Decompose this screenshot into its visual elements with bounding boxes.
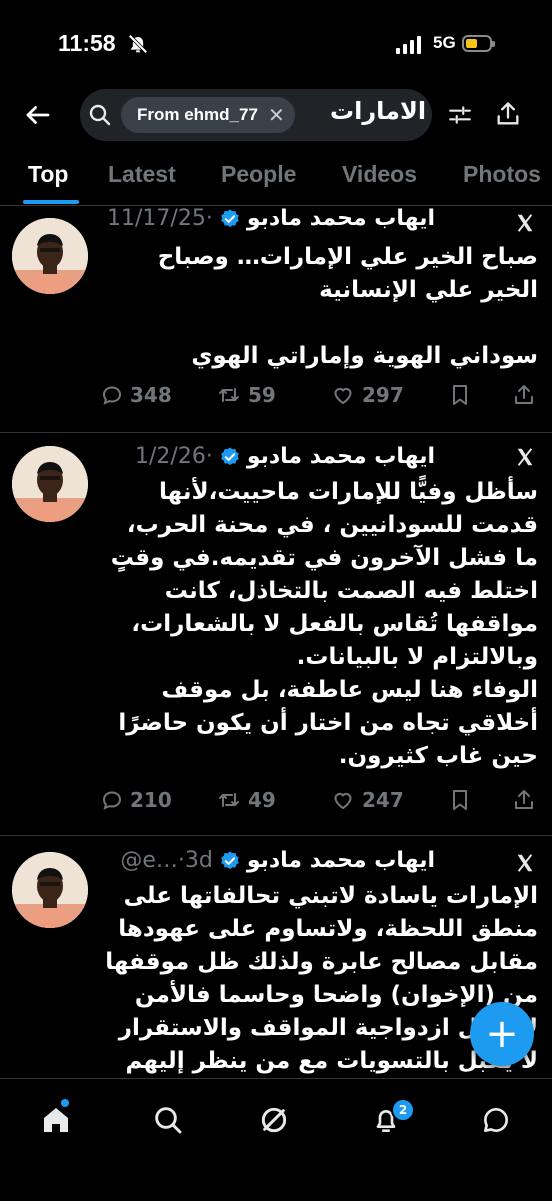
like-count: 247 <box>362 788 404 812</box>
bookmark-button[interactable] <box>448 383 472 407</box>
bell-off-icon <box>127 33 149 59</box>
verified-icon <box>219 850 241 872</box>
home-unread-dot <box>61 1099 69 1107</box>
tweet[interactable]: 11/17/25· ايهاب محمد مادبو صباح الخير عل… <box>0 206 552 433</box>
network-type: 5G <box>433 33 456 52</box>
filter-icon[interactable] <box>446 102 474 132</box>
share-icon <box>512 383 536 407</box>
avatar[interactable] <box>12 852 88 928</box>
chip-label: From ehmd_77 <box>137 105 258 124</box>
tab-top[interactable]: Top <box>28 161 68 188</box>
reply-count: 348 <box>130 383 172 407</box>
search-icon[interactable] <box>152 1104 184 1140</box>
from-user-chip[interactable]: From ehmd_77 ✕ <box>121 97 295 133</box>
tweet-date[interactable]: @e…·3d <box>120 848 213 873</box>
close-icon[interactable]: ✕ <box>268 105 285 125</box>
share-icon[interactable] <box>494 100 522 132</box>
tab-photos[interactable]: Photos <box>463 161 541 188</box>
x-logo-icon <box>513 212 537 238</box>
tab-people[interactable]: People <box>221 161 296 188</box>
home-icon[interactable] <box>40 1104 72 1140</box>
tweet-date[interactable]: 1/2/26· <box>135 444 213 469</box>
tweet-date[interactable]: 11/17/25· <box>107 206 213 231</box>
bookmark-icon <box>448 788 472 812</box>
retweet-button[interactable]: 49 <box>216 788 276 812</box>
like-button[interactable]: 297 <box>330 383 404 407</box>
author-name[interactable]: ايهاب محمد مادبو <box>247 444 435 469</box>
tab-videos[interactable]: Videos <box>342 161 417 188</box>
retweet-button[interactable]: 59 <box>216 383 276 407</box>
author-handle: @e… <box>120 848 178 873</box>
tweet[interactable]: 1/2/26· ايهاب محمد مادبو سأظل وفيًّا للإ… <box>0 432 552 836</box>
retweet-count: 59 <box>248 383 276 407</box>
bookmark-icon <box>448 383 472 407</box>
share-icon <box>512 788 536 812</box>
tweet-text: الإمارات ياسادة لاتبني تحالفاتها على منط… <box>105 883 538 1074</box>
retweet-icon <box>216 788 242 812</box>
compose-button[interactable]: + <box>470 1002 534 1066</box>
search-query[interactable]: الامارات <box>330 97 426 125</box>
status-time: 11:58 <box>58 30 116 56</box>
back-arrow-icon[interactable] <box>22 100 54 134</box>
active-tab-indicator <box>23 200 79 204</box>
battery-icon <box>462 35 495 52</box>
like-icon <box>330 383 356 407</box>
tab-latest[interactable]: Latest <box>108 161 176 188</box>
verified-icon <box>219 446 241 468</box>
tab-bar: Top Latest People Videos Photos <box>0 147 552 206</box>
reply-icon <box>100 383 124 407</box>
retweet-count: 49 <box>248 788 276 812</box>
verified-icon <box>219 208 241 230</box>
avatar[interactable] <box>12 218 88 294</box>
author-name[interactable]: ايهاب محمد مادبو <box>247 848 435 873</box>
tweet[interactable]: @e…·3d ايهاب محمد مادبو الإمارات ياسادة … <box>0 836 552 1086</box>
x-logo-icon <box>513 446 537 472</box>
signal-icon <box>396 36 421 54</box>
retweet-icon <box>216 383 242 407</box>
bookmark-button[interactable] <box>448 788 472 812</box>
share-button[interactable] <box>512 383 536 407</box>
reply-count: 210 <box>130 788 172 812</box>
tweet-text: سأظل وفيًّا للإمارات ماحييت،لأنها قدمت ل… <box>110 479 538 769</box>
share-button[interactable] <box>512 788 536 812</box>
reply-button[interactable]: 348 <box>100 383 172 407</box>
like-button[interactable]: 247 <box>330 788 404 812</box>
author-name[interactable]: ايهاب محمد مادبو <box>247 206 435 231</box>
search-icon <box>88 103 112 131</box>
tweet-text: صباح الخير علي الإمارات… وصباح الخير علي… <box>157 244 538 369</box>
avatar[interactable] <box>12 446 88 522</box>
plus-icon: + <box>485 1011 519 1057</box>
messages-icon[interactable] <box>480 1104 512 1140</box>
grok-icon[interactable] <box>258 1104 290 1140</box>
like-count: 297 <box>362 383 404 407</box>
x-logo-icon <box>513 852 537 878</box>
reply-icon <box>100 788 124 812</box>
reply-button[interactable]: 210 <box>100 788 172 812</box>
like-icon <box>330 788 356 812</box>
notification-badge: 2 <box>391 1098 415 1122</box>
bottom-nav <box>0 1078 552 1201</box>
